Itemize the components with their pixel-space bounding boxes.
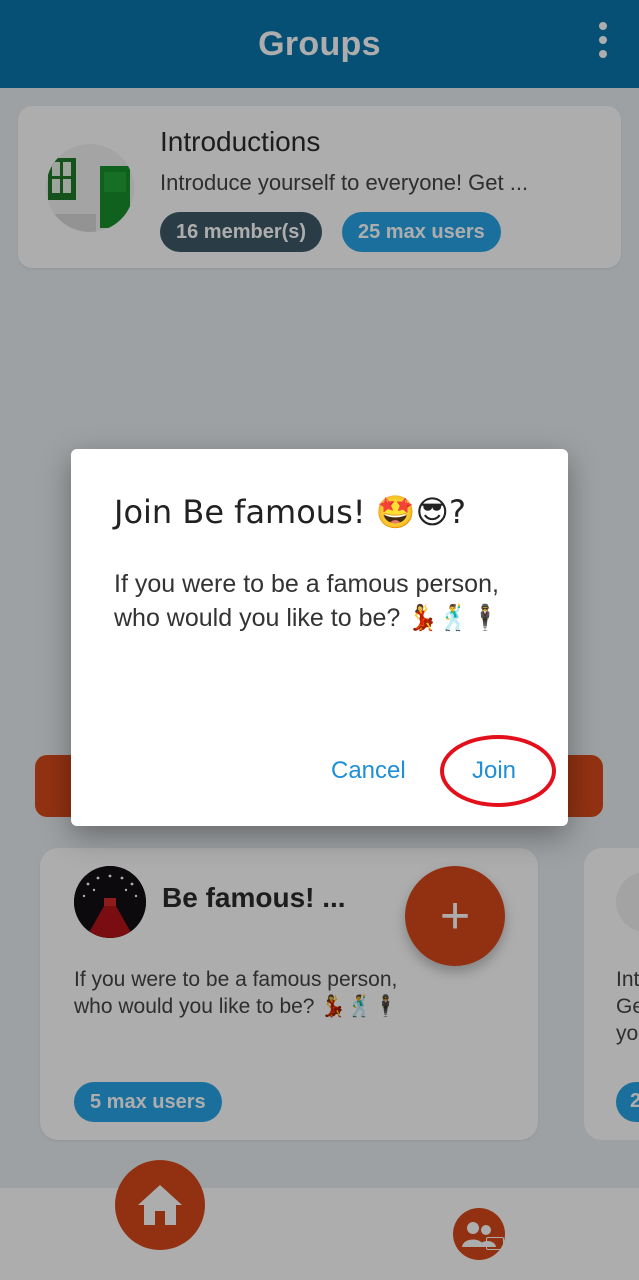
dialog-title: Join Be famous! 🤩😎? — [114, 493, 466, 531]
cancel-button[interactable]: Cancel — [331, 757, 406, 785]
dialog-message: If you were to be a famous person, who w… — [114, 570, 501, 632]
highlight-ring — [440, 735, 556, 807]
